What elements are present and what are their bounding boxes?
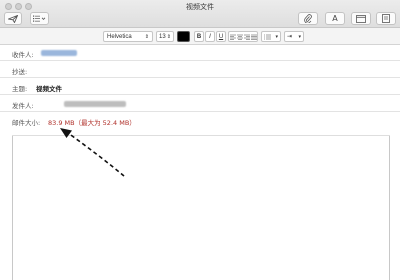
annotation-arrow	[60, 128, 125, 177]
